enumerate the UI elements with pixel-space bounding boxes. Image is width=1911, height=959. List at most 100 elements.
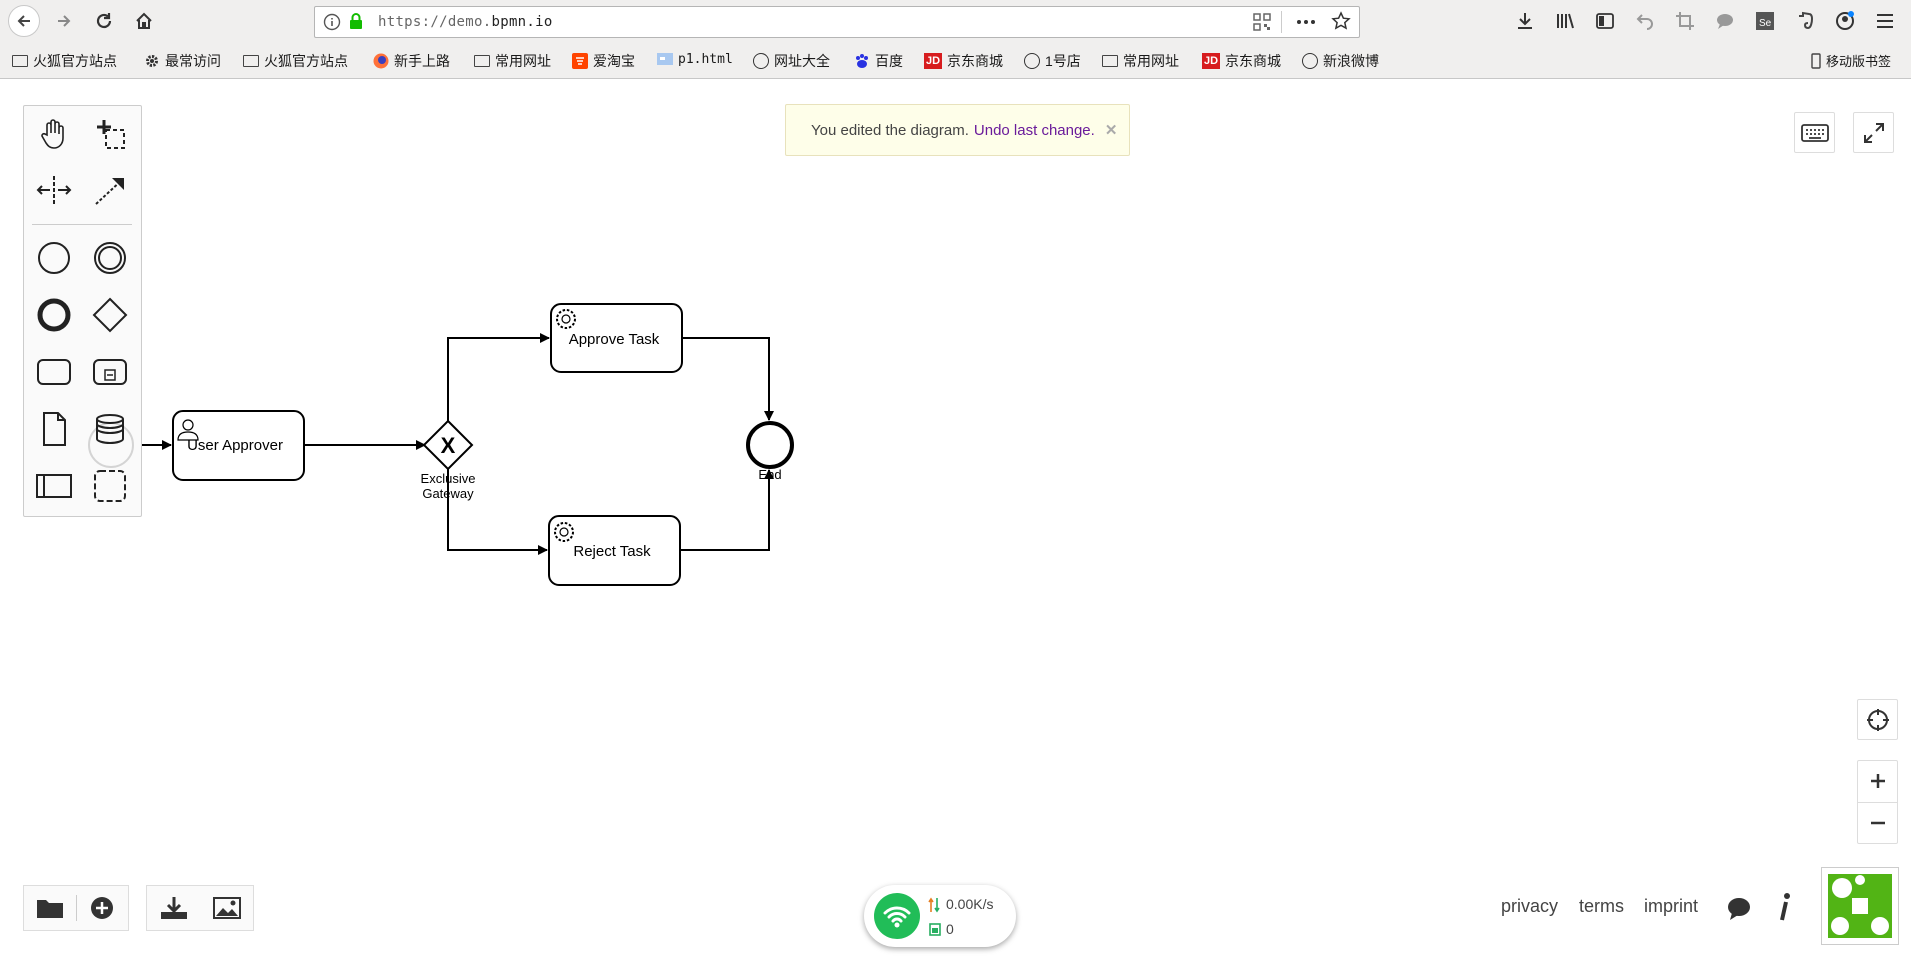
bpmn-io-puzzle-logo-icon: [1828, 874, 1892, 938]
bookmark-item[interactable]: 新手上路: [373, 51, 450, 71]
page-icon: [657, 53, 673, 65]
crosshair-icon: [1866, 708, 1889, 731]
bookmark-item[interactable]: 火狐官方站点: [12, 51, 117, 71]
qr-code-icon[interactable]: [1253, 13, 1271, 31]
library-button[interactable]: [1554, 10, 1576, 32]
url-text[interactable]: https://demo.bpmn.io: [378, 14, 553, 30]
open-file-button[interactable]: [24, 897, 76, 919]
bookmark-item[interactable]: 1号店: [1024, 51, 1081, 71]
globe-icon: [753, 53, 769, 69]
bookmark-item[interactable]: 爱淘宝: [572, 51, 635, 71]
download-button[interactable]: [1514, 10, 1536, 32]
bookmark-item[interactable]: JD 京东商城: [1202, 51, 1281, 71]
bookmark-label: 爱淘宝: [593, 53, 635, 69]
end-event[interactable]: End: [746, 421, 794, 482]
forward-button[interactable]: [50, 7, 78, 35]
bookmark-item[interactable]: JD 京东商城: [924, 51, 1003, 71]
approve-task[interactable]: Approve Task: [550, 303, 683, 373]
file-actions: [23, 885, 129, 931]
bpmn-io-logo[interactable]: [1821, 867, 1899, 945]
sidebar-button[interactable]: [1594, 10, 1616, 32]
download-image-button[interactable]: [200, 897, 253, 919]
bookmark-item[interactable]: 百度: [854, 51, 903, 71]
taobao-icon: [572, 53, 588, 69]
baidu-icon: [856, 54, 868, 68]
wifi-icon: [883, 906, 911, 928]
account-sync-icon: [1836, 11, 1854, 30]
evernote-button[interactable]: [1794, 10, 1816, 32]
lock-icon: [350, 13, 362, 29]
start-event-partial[interactable]: [88, 422, 134, 468]
folder-icon: [243, 55, 259, 67]
arrow-left-icon: [17, 15, 30, 27]
bpmn-canvas[interactable]: User Approver X Exclusive Gateway Approv…: [0, 78, 1911, 878]
image-icon: [212, 897, 241, 919]
sidebar-icon: [1596, 13, 1614, 29]
bookmark-label: 火狐官方站点: [264, 53, 348, 69]
chat-bubble-icon: [1717, 14, 1733, 29]
folder-open-icon: [36, 900, 63, 918]
bookmark-item[interactable]: 常用网址: [474, 51, 551, 71]
screenshot-button[interactable]: [1674, 10, 1696, 32]
mobile-bookmarks[interactable]: 移动版书签: [1811, 51, 1891, 70]
bookmark-item[interactable]: 新浪微博: [1302, 51, 1379, 71]
jd-icon: JD: [1202, 53, 1220, 69]
library-icon: [1557, 13, 1574, 29]
firefox-icon: [373, 53, 389, 69]
info-icon: [323, 13, 341, 31]
sequence-flow[interactable]: [447, 333, 550, 421]
speech-bubble-icon: [1728, 898, 1750, 920]
folder-icon: [1102, 55, 1118, 67]
arrow-right-icon: [58, 15, 71, 27]
reload-button[interactable]: [90, 7, 118, 35]
network-monitor-widget[interactable]: 0.00K/s 0: [864, 885, 1016, 947]
selenium-button[interactable]: Se: [1754, 10, 1776, 32]
bookmark-label: 网址大全: [774, 53, 830, 69]
reset-view-button[interactable]: [1857, 699, 1898, 740]
new-diagram-button[interactable]: [76, 896, 128, 920]
bookmark-item[interactable]: 火狐官方站点: [243, 51, 348, 71]
privacy-link[interactable]: privacy: [1501, 896, 1558, 917]
mobile-phone-icon: [1811, 52, 1821, 69]
info-i-icon: [1780, 893, 1790, 921]
undo-close-tab-button[interactable]: [1634, 10, 1656, 32]
home-button[interactable]: [130, 7, 158, 35]
gateway-x-marker: X: [441, 433, 456, 458]
plus-circle-icon: [91, 897, 114, 919]
info-button[interactable]: [1777, 892, 1793, 929]
menu-button[interactable]: [1874, 10, 1896, 32]
reject-task[interactable]: Reject Task: [548, 515, 681, 586]
chat-button[interactable]: [1714, 10, 1736, 32]
imprint-link[interactable]: imprint: [1644, 896, 1698, 917]
user-task-label: User Approver: [187, 437, 283, 454]
globe-icon: [1024, 53, 1040, 69]
bookmark-label: 常用网址: [1123, 53, 1179, 69]
terms-link[interactable]: terms: [1579, 896, 1624, 917]
bookmark-label: 京东商城: [947, 53, 1003, 69]
sequence-flow[interactable]: [682, 337, 774, 421]
gear-icon: [146, 55, 158, 67]
bookmark-item[interactable]: 网址大全: [753, 51, 830, 71]
svg-text:Se: Se: [1759, 18, 1772, 29]
url-domain: bpmn.io: [491, 14, 553, 30]
bookmark-item[interactable]: 最常访问: [144, 51, 221, 71]
sequence-flow[interactable]: [680, 469, 774, 551]
url-bar[interactable]: https://demo.bpmn.io: [314, 6, 1360, 38]
bookmark-item[interactable]: 常用网址: [1102, 51, 1179, 71]
zoom-in-button[interactable]: [1858, 761, 1897, 803]
evernote-icon: [1799, 11, 1814, 30]
folder-icon: [474, 55, 490, 67]
user-task[interactable]: User Approver: [172, 410, 305, 481]
back-button[interactable]: [8, 5, 40, 37]
bookmark-item[interactable]: p1.html: [657, 51, 733, 67]
feedback-button[interactable]: [1726, 896, 1752, 927]
star-bookmark-icon[interactable]: [1331, 11, 1351, 31]
account-button[interactable]: [1834, 10, 1856, 32]
bookmarks-bar: 火狐官方站点 最常访问 火狐官方站点 新手上路 常用网址 爱淘宝 p1.html…: [0, 40, 1911, 79]
download-tray-icon: [160, 897, 187, 919]
zoom-out-button[interactable]: [1858, 803, 1897, 844]
minus-icon: [1870, 821, 1885, 824]
download-bpmn-button[interactable]: [147, 896, 200, 920]
zoom-controls: [1857, 760, 1898, 844]
more-actions-icon[interactable]: [1295, 13, 1317, 31]
